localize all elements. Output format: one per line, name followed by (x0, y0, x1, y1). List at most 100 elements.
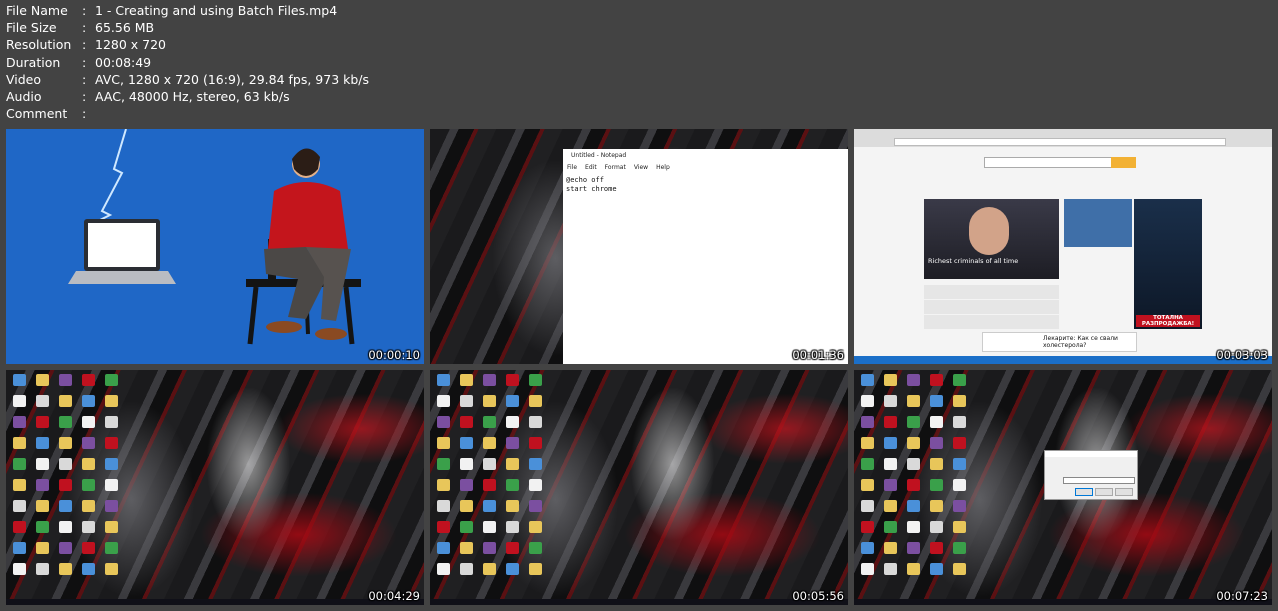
desktop-shortcut-icon[interactable] (35, 416, 49, 428)
thumbnail-5[interactable]: 00:05:56 (430, 370, 848, 605)
desktop-shortcut-icon[interactable] (12, 416, 26, 428)
thumbnail-4[interactable]: 00:04:29 (6, 370, 424, 605)
desktop-shortcut-icon[interactable] (459, 395, 473, 407)
desktop-shortcut-icon[interactable] (35, 395, 49, 407)
desktop-shortcut-icon[interactable] (58, 542, 72, 554)
desktop-shortcut-icon[interactable] (459, 437, 473, 449)
run-ok-button[interactable] (1075, 488, 1093, 496)
desktop-shortcut-icon[interactable] (35, 479, 49, 491)
desktop-shortcut-icon[interactable] (505, 479, 519, 491)
desktop-shortcut-icon[interactable] (528, 542, 542, 554)
desktop-shortcut-icon[interactable] (58, 479, 72, 491)
desktop-shortcut-icon[interactable] (436, 395, 450, 407)
desktop-shortcut-icon[interactable] (436, 374, 450, 386)
desktop-shortcut-icon[interactable] (906, 563, 920, 575)
desktop-shortcut-icon[interactable] (860, 500, 874, 512)
desktop-shortcut-icon[interactable] (929, 395, 943, 407)
desktop-shortcut-icon[interactable] (860, 437, 874, 449)
desktop-shortcut-icon[interactable] (482, 458, 496, 470)
desktop-shortcut-icon[interactable] (883, 395, 897, 407)
desktop-shortcut-icon[interactable] (58, 395, 72, 407)
thumbnail-6[interactable]: 00:07:23 (854, 370, 1272, 605)
news-hero-image[interactable]: Richest criminals of all time (924, 199, 1059, 279)
desktop-shortcut-icon[interactable] (952, 542, 966, 554)
desktop-shortcut-icon[interactable] (528, 521, 542, 533)
desktop-shortcut-icon[interactable] (528, 437, 542, 449)
desktop-shortcut-icon[interactable] (58, 458, 72, 470)
desktop-shortcut-icon[interactable] (12, 437, 26, 449)
desktop-shortcut-icon[interactable] (883, 458, 897, 470)
desktop-shortcut-icon[interactable] (505, 542, 519, 554)
desktop-shortcut-icon[interactable] (952, 437, 966, 449)
desktop-shortcut-icon[interactable] (104, 500, 118, 512)
desktop-shortcut-icon[interactable] (883, 437, 897, 449)
desktop-shortcut-icon[interactable] (860, 479, 874, 491)
desktop-shortcut-icon[interactable] (906, 395, 920, 407)
desktop-shortcut-icon[interactable] (81, 521, 95, 533)
desktop-shortcut-icon[interactable] (58, 521, 72, 533)
desktop-shortcut-icon[interactable] (482, 521, 496, 533)
desktop-shortcut-icon[interactable] (459, 521, 473, 533)
desktop-shortcut-icon[interactable] (929, 563, 943, 575)
desktop-shortcut-icon[interactable] (12, 521, 26, 533)
desktop-shortcut-icon[interactable] (482, 542, 496, 554)
desktop-shortcut-icon[interactable] (459, 458, 473, 470)
desktop-shortcut-icon[interactable] (929, 479, 943, 491)
notepad-text[interactable]: @echo off start chrome (563, 174, 848, 194)
thumbnail-2[interactable]: Untitled - Notepad File Edit Format View… (430, 129, 848, 364)
desktop-shortcut-icon[interactable] (459, 416, 473, 428)
desktop-shortcut-icon[interactable] (81, 395, 95, 407)
desktop-shortcut-icon[interactable] (528, 416, 542, 428)
desktop-shortcut-icon[interactable] (505, 374, 519, 386)
desktop-shortcut-icon[interactable] (436, 437, 450, 449)
desktop-shortcut-icon[interactable] (459, 563, 473, 575)
desktop-shortcut-icon[interactable] (12, 479, 26, 491)
desktop-shortcut-icon[interactable] (505, 458, 519, 470)
desktop-shortcut-icon[interactable] (436, 416, 450, 428)
run-cancel-button[interactable] (1095, 488, 1113, 496)
menu-view[interactable]: View (634, 164, 648, 174)
desktop-shortcut-icon[interactable] (436, 479, 450, 491)
desktop-shortcut-icon[interactable] (58, 416, 72, 428)
desktop-shortcut-icon[interactable] (906, 500, 920, 512)
desktop-shortcut-icon[interactable] (528, 563, 542, 575)
desktop-shortcut-icon[interactable] (929, 437, 943, 449)
desktop-shortcut-icon[interactable] (528, 374, 542, 386)
desktop-shortcut-icon[interactable] (952, 458, 966, 470)
desktop-shortcut-icon[interactable] (528, 395, 542, 407)
desktop-shortcut-icon[interactable] (482, 395, 496, 407)
desktop-shortcut-icon[interactable] (35, 500, 49, 512)
desktop-shortcut-icon[interactable] (906, 416, 920, 428)
desktop-shortcut-icon[interactable] (81, 416, 95, 428)
desktop-shortcut-icon[interactable] (104, 521, 118, 533)
news-promo[interactable]: Лекарите: Как се свали холестерола? (982, 332, 1137, 352)
desktop-shortcut-icon[interactable] (528, 458, 542, 470)
desktop-shortcut-icon[interactable] (459, 542, 473, 554)
desktop-shortcut-icon[interactable] (906, 479, 920, 491)
desktop-shortcut-icon[interactable] (505, 416, 519, 428)
desktop-shortcut-icon[interactable] (952, 563, 966, 575)
desktop-shortcut-icon[interactable] (81, 479, 95, 491)
desktop-shortcut-icon[interactable] (104, 374, 118, 386)
desktop-shortcut-icon[interactable] (459, 479, 473, 491)
desktop-shortcut-icon[interactable] (104, 542, 118, 554)
desktop-shortcut-icon[interactable] (35, 458, 49, 470)
desktop-shortcut-icon[interactable] (482, 479, 496, 491)
desktop-shortcut-icon[interactable] (12, 374, 26, 386)
desktop-shortcut-icon[interactable] (35, 374, 49, 386)
menu-format[interactable]: Format (605, 164, 626, 174)
desktop-shortcut-icon[interactable] (104, 458, 118, 470)
desktop-shortcut-icon[interactable] (929, 374, 943, 386)
desktop-shortcut-icon[interactable] (482, 374, 496, 386)
desktop-shortcut-icon[interactable] (860, 542, 874, 554)
desktop-shortcut-icon[interactable] (104, 563, 118, 575)
desktop-shortcut-icon[interactable] (952, 500, 966, 512)
thumbnail-3[interactable]: Richest criminals of all time ТОТАЛНА РА… (854, 129, 1272, 364)
desktop-shortcut-icon[interactable] (906, 374, 920, 386)
desktop-shortcut-icon[interactable] (505, 437, 519, 449)
desktop-shortcut-icon[interactable] (528, 500, 542, 512)
desktop-shortcut-icon[interactable] (436, 542, 450, 554)
run-input[interactable] (1063, 477, 1135, 484)
thumbnail-1[interactable]: 00:00:10 (6, 129, 424, 364)
desktop-shortcut-icon[interactable] (459, 500, 473, 512)
